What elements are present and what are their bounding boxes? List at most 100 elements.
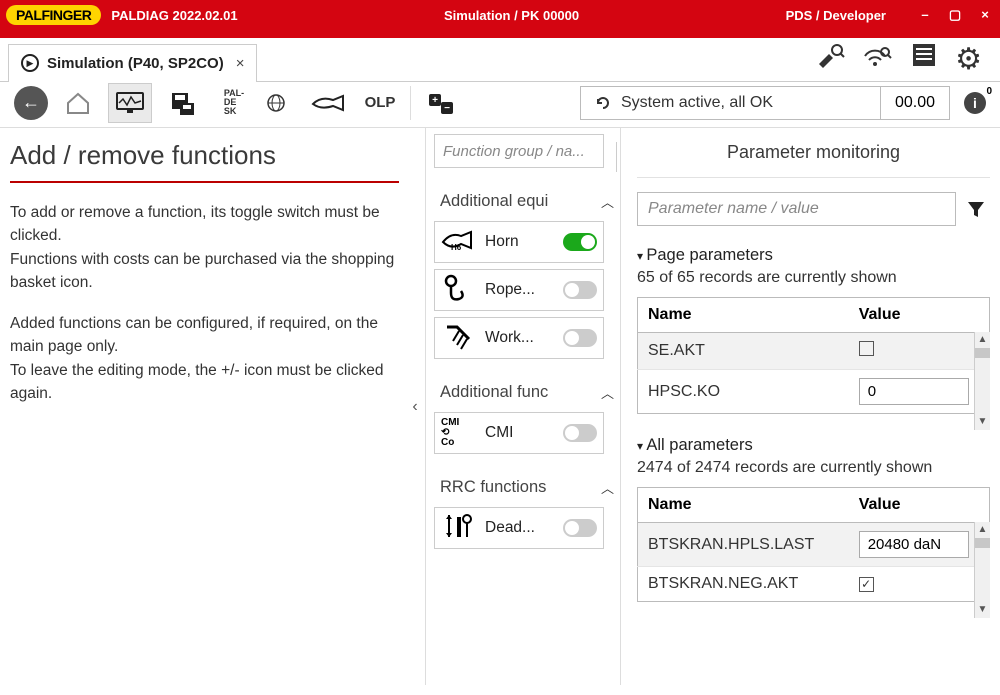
- page-parameters-table: NameValue SE.AKTHPSC.KO: [637, 297, 990, 414]
- help-text-1: To add or remove a function, its toggle …: [10, 201, 399, 294]
- page-parameters-section[interactable]: Page parameters: [637, 246, 990, 265]
- svg-text:H6: H6: [451, 243, 462, 252]
- param-name: HPSC.KO: [638, 370, 849, 414]
- horn-icon: H6: [441, 225, 477, 260]
- parameter-search-input[interactable]: Parameter name / value: [637, 192, 956, 226]
- olp-button[interactable]: OLP: [358, 83, 402, 123]
- all-parameters-table: NameValue BTSKRAN.HPLS.LASTBTSKRAN.NEG.A…: [637, 487, 990, 602]
- app-title: PALDIAG 2022.02.01: [111, 8, 237, 23]
- table-row: SE.AKT: [638, 333, 990, 370]
- page-title: Add / remove functions: [10, 128, 399, 183]
- toggle-switch[interactable]: [563, 329, 597, 347]
- function-group-header[interactable]: Additional func︿: [434, 379, 620, 406]
- parameter-pane: Parameter monitoring Parameter name / va…: [620, 128, 990, 685]
- all-records-count: 2474 of 2474 records are currently shown: [637, 459, 990, 477]
- dead-icon: [441, 511, 477, 546]
- function-label: Dead...: [485, 519, 555, 537]
- function-label: Horn: [485, 233, 555, 251]
- minimize-button[interactable]: –: [916, 7, 934, 23]
- scrollbar[interactable]: ▲▼: [974, 522, 990, 618]
- parameter-title: Parameter monitoring: [637, 134, 990, 178]
- svg-text:−: −: [444, 103, 450, 114]
- param-name: SE.AKT: [638, 333, 849, 370]
- function-item[interactable]: CMI⟲Co CMI: [434, 412, 604, 454]
- status-value: 00.00: [881, 87, 949, 119]
- help-text-2: Added functions can be configured, if re…: [10, 312, 399, 405]
- page-records-count: 65 of 65 records are currently shown: [637, 269, 990, 287]
- left-pane: Add / remove functions To add or remove …: [10, 128, 405, 685]
- toggle-switch[interactable]: [563, 424, 597, 442]
- param-value-checkbox[interactable]: [859, 341, 874, 356]
- svg-text:+: +: [432, 95, 438, 106]
- function-item[interactable]: H6 Horn: [434, 221, 604, 263]
- col-value[interactable]: Value: [849, 298, 990, 333]
- list-icon[interactable]: [911, 42, 937, 77]
- play-icon: ▶: [21, 54, 39, 72]
- wifi-search-icon[interactable]: [863, 42, 893, 77]
- col-name[interactable]: Name: [638, 488, 849, 523]
- work-icon: [441, 321, 477, 356]
- scrollbar[interactable]: ▲▼: [974, 332, 990, 430]
- status-box: System active, all OK 00.00: [580, 86, 950, 120]
- chevron-up-icon: ︿: [601, 383, 614, 402]
- function-item[interactable]: Work...: [434, 317, 604, 359]
- param-value-input[interactable]: [859, 378, 969, 405]
- title-center: Simulation / PK 00000: [238, 8, 786, 23]
- param-value-cell: [849, 333, 990, 370]
- filter-icon[interactable]: [962, 192, 990, 226]
- info-badge: 0: [986, 86, 992, 97]
- maximize-button[interactable]: ▢: [946, 7, 964, 23]
- param-value-input[interactable]: [859, 531, 969, 558]
- chevron-up-icon: ︿: [601, 192, 614, 211]
- col-name[interactable]: Name: [638, 298, 849, 333]
- red-strip: [0, 30, 1000, 38]
- horn-button[interactable]: [306, 83, 350, 123]
- cmi-icon: CMI⟲Co: [441, 418, 477, 448]
- function-label: Rope...: [485, 281, 555, 299]
- tab-simulation[interactable]: ▶ Simulation (P40, SP2CO) ×: [8, 44, 257, 82]
- rope-icon: [441, 273, 477, 308]
- status-text: System active, all OK: [581, 87, 881, 119]
- add-remove-button[interactable]: +−: [419, 83, 463, 123]
- globe-button[interactable]: [254, 83, 298, 123]
- param-name: BTSKRAN.NEG.AKT: [638, 567, 849, 602]
- function-group-header[interactable]: RRC functions︿: [434, 474, 620, 501]
- toggle-switch[interactable]: [563, 281, 597, 299]
- all-parameters-section[interactable]: All parameters: [637, 436, 990, 455]
- param-value-cell: ✓: [849, 567, 990, 602]
- monitor-button[interactable]: [108, 83, 152, 123]
- param-value-cell: [849, 370, 990, 414]
- back-button[interactable]: ←: [14, 86, 48, 120]
- scrollbar[interactable]: [616, 142, 622, 172]
- gear-icon[interactable]: ⚙: [955, 42, 982, 77]
- param-value-checkbox[interactable]: ✓: [859, 577, 874, 592]
- function-group-header[interactable]: Additional equi︿: [434, 188, 620, 215]
- toggle-switch[interactable]: [563, 519, 597, 537]
- col-value[interactable]: Value: [849, 488, 990, 523]
- param-value-cell: [849, 523, 990, 567]
- info-button[interactable]: i 0: [964, 92, 986, 114]
- toolbar: ← PAL-DESK OLP +− System active, all OK …: [0, 82, 1000, 128]
- brand-logo: PALFINGER: [6, 5, 101, 25]
- refresh-icon: [595, 95, 611, 111]
- toggle-switch[interactable]: [563, 233, 597, 251]
- tab-row: ▶ Simulation (P40, SP2CO) × ⚙: [0, 38, 1000, 82]
- function-search-input[interactable]: Function group / na...: [434, 134, 604, 168]
- function-item[interactable]: Dead...: [434, 507, 604, 549]
- table-row: HPSC.KO: [638, 370, 990, 414]
- chevron-up-icon: ︿: [601, 478, 614, 497]
- collapse-handle[interactable]: ‹: [405, 128, 425, 685]
- brush-search-icon[interactable]: [815, 42, 845, 77]
- home-button[interactable]: [56, 83, 100, 123]
- tab-title: Simulation (P40, SP2CO): [47, 55, 224, 72]
- close-button[interactable]: ×: [976, 7, 994, 23]
- function-item[interactable]: Rope...: [434, 269, 604, 311]
- title-bar: PALFINGER PALDIAG 2022.02.01 Simulation …: [0, 0, 1000, 30]
- param-name: BTSKRAN.HPLS.LAST: [638, 523, 849, 567]
- function-label: CMI: [485, 424, 555, 442]
- save-button[interactable]: [160, 83, 204, 123]
- table-row: BTSKRAN.HPLS.LAST: [638, 523, 990, 567]
- tab-close-icon[interactable]: ×: [236, 55, 245, 72]
- paldesk-button[interactable]: PAL-DESK: [212, 83, 256, 123]
- table-row: BTSKRAN.NEG.AKT ✓: [638, 567, 990, 602]
